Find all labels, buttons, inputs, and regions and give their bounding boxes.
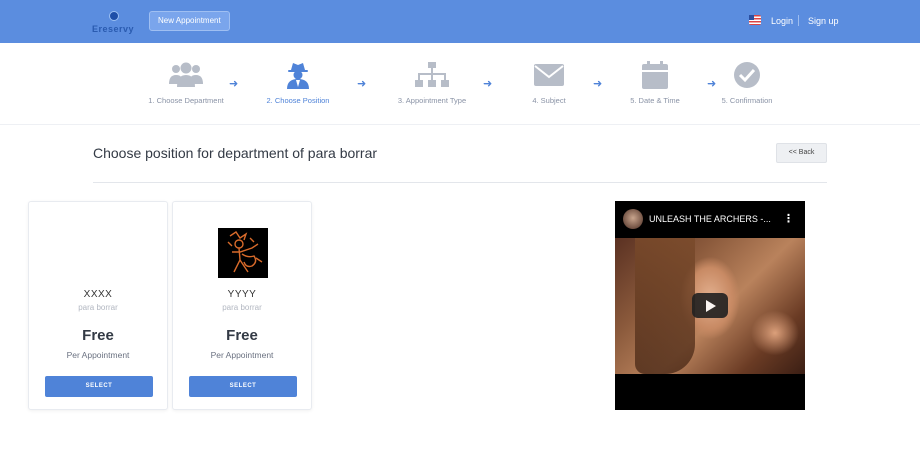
select-button[interactable]: SELECT xyxy=(189,376,297,397)
price-period: Per Appointment xyxy=(210,350,274,360)
price-period: Per Appointment xyxy=(66,350,130,360)
login-link[interactable]: Login xyxy=(771,16,793,26)
step-appointment-type: 3. Appointment Type xyxy=(388,58,476,105)
step-choose-department: 1. Choose Department xyxy=(140,58,232,105)
top-navbar: Ereservy New Appointment Login Sign up xyxy=(0,0,920,43)
step-label: 1. Choose Department xyxy=(148,96,224,105)
calendar-icon xyxy=(635,58,675,92)
position-name: YYYY xyxy=(227,289,257,300)
channel-avatar[interactable] xyxy=(623,209,643,229)
check-circle-icon xyxy=(727,58,767,92)
step-label: 4. Subject xyxy=(532,96,566,105)
step-confirmation: 5. Confirmation xyxy=(713,58,781,105)
play-button-icon[interactable] xyxy=(692,293,728,318)
back-button[interactable]: << Back xyxy=(776,143,827,163)
step-arrow-icon: ➜ xyxy=(357,77,367,90)
logo-mark xyxy=(109,11,119,21)
language-flag-icon[interactable] xyxy=(749,15,761,25)
step-label: 5. Date & Time xyxy=(630,96,680,105)
step-arrow-icon: ➜ xyxy=(593,77,603,90)
users-icon xyxy=(166,58,206,92)
position-department: para borrar xyxy=(78,303,118,312)
step-date-time: 5. Date & Time xyxy=(622,58,688,105)
user-secret-icon xyxy=(278,58,318,92)
thumbnail-detail xyxy=(635,238,695,374)
title-divider xyxy=(93,182,827,183)
step-label: 2. Choose Position xyxy=(266,96,330,105)
position-card: XXXX para borrar Free Per Appointment SE… xyxy=(28,201,168,410)
nav-divider xyxy=(798,15,799,26)
step-choose-position: 2. Choose Position xyxy=(259,58,337,105)
video-title-bar: UNLEASH THE ARCHERS -... ⋮ xyxy=(615,201,805,238)
new-appointment-button[interactable]: New Appointment xyxy=(149,11,230,31)
select-button[interactable]: SELECT xyxy=(45,376,153,397)
step-label: 3. Appointment Type xyxy=(397,96,467,105)
more-options-icon[interactable]: ⋮ xyxy=(783,212,794,225)
step-label: 5. Confirmation xyxy=(721,96,773,105)
section-divider xyxy=(0,124,920,125)
sitemap-icon xyxy=(412,58,452,92)
position-name: XXXX xyxy=(83,289,113,300)
position-image xyxy=(218,228,268,278)
envelope-icon xyxy=(529,58,569,92)
step-subject: 4. Subject xyxy=(523,58,575,105)
step-arrow-icon: ➜ xyxy=(229,77,239,90)
position-department: para borrar xyxy=(222,303,262,312)
video-embed[interactable]: UNLEASH THE ARCHERS -... ⋮ xyxy=(615,201,805,410)
position-price: Free xyxy=(226,327,258,344)
logo-text: Ereservy xyxy=(92,24,135,34)
page-title: Choose position for department of para b… xyxy=(93,145,378,161)
video-title[interactable]: UNLEASH THE ARCHERS -... xyxy=(649,214,771,224)
step-arrow-icon: ➜ xyxy=(483,77,493,90)
signup-link[interactable]: Sign up xyxy=(808,16,839,26)
position-card: YYYY para borrar Free Per Appointment SE… xyxy=(172,201,312,410)
brand-logo[interactable]: Ereservy xyxy=(92,9,136,37)
position-price: Free xyxy=(82,327,114,344)
